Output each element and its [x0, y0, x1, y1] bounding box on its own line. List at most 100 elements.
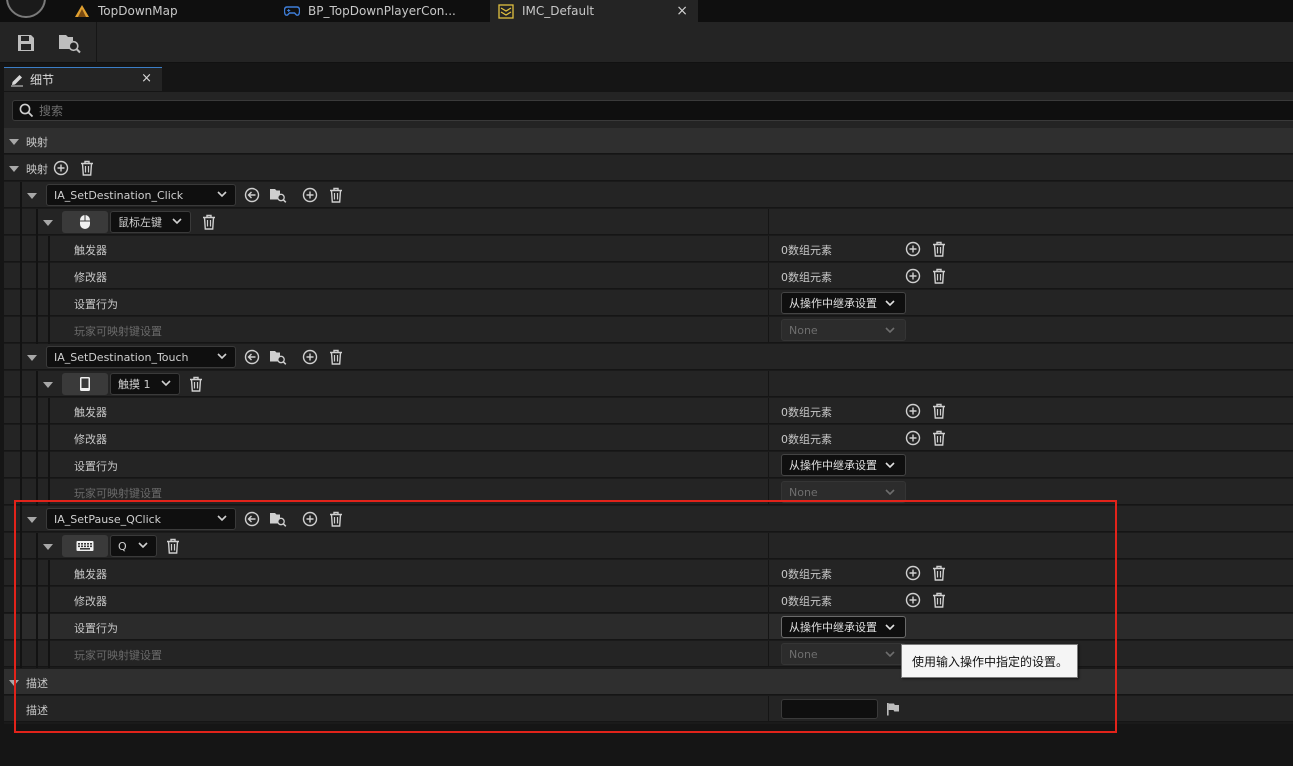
close-details-icon[interactable]: ×: [141, 71, 152, 86]
add-trigger-button[interactable]: [904, 564, 922, 582]
localization-button[interactable]: [884, 700, 902, 718]
add-modifier-button[interactable]: [904, 429, 922, 447]
tab-details[interactable]: 细节 ×: [4, 67, 162, 91]
add-key-button[interactable]: [301, 348, 319, 366]
column-splitter[interactable]: [768, 560, 769, 586]
setting-behavior-dropdown[interactable]: 从操作中继承设置: [781, 616, 906, 638]
trash-icon: [933, 565, 945, 581]
tab-bp-topdownplayercontroller[interactable]: BP_TopDownPlayerCon...: [276, 0, 488, 22]
tab-label: IMC_Default: [522, 4, 595, 18]
search-input[interactable]: [39, 103, 639, 119]
delete-key-button[interactable]: [164, 537, 182, 555]
trash-icon: [933, 268, 945, 284]
collapse-arrow-icon[interactable]: [27, 517, 37, 523]
column-splitter[interactable]: [768, 452, 769, 478]
browse-asset-button[interactable]: [269, 510, 287, 528]
dropdown-value: None: [789, 323, 818, 337]
column-splitter[interactable]: [768, 425, 769, 451]
input-action-selector[interactable]: IA_SetDestination_Touch: [46, 346, 236, 368]
add-modifier-button[interactable]: [904, 267, 922, 285]
clear-triggers-button[interactable]: [930, 240, 948, 258]
clear-modifiers-button[interactable]: [930, 429, 948, 447]
clear-triggers-button[interactable]: [930, 564, 948, 582]
clear-modifiers-button[interactable]: [930, 591, 948, 609]
browse-asset-button[interactable]: [269, 186, 287, 204]
column-splitter[interactable]: [768, 614, 769, 640]
add-trigger-button[interactable]: [904, 240, 922, 258]
column-splitter[interactable]: [768, 236, 769, 262]
collapse-arrow-icon[interactable]: [27, 193, 37, 199]
column-splitter[interactable]: [768, 371, 769, 397]
key-selector[interactable]: 鼠标左键: [110, 211, 191, 233]
save-button[interactable]: [14, 31, 38, 55]
input-action-selector[interactable]: IA_SetPause_QClick: [46, 508, 236, 530]
mappings-array-row: 映射: [4, 155, 1293, 181]
delete-key-button[interactable]: [200, 213, 218, 231]
trash-icon: [81, 160, 93, 176]
column-splitter[interactable]: [768, 696, 769, 722]
key-selector[interactable]: 触摸 1: [110, 373, 180, 395]
search-box[interactable]: [12, 100, 1293, 121]
add-key-button[interactable]: [301, 186, 319, 204]
unreal-logo-icon[interactable]: [6, 0, 46, 18]
description-input[interactable]: [781, 699, 878, 719]
indent-bar: [20, 452, 22, 479]
collapse-arrow-icon[interactable]: [43, 382, 53, 388]
collapse-arrow-icon[interactable]: [27, 355, 37, 361]
column-splitter[interactable]: [768, 317, 769, 343]
add-element-button[interactable]: [52, 159, 70, 177]
add-trigger-button[interactable]: [904, 402, 922, 420]
use-selected-asset-button[interactable]: [243, 510, 261, 528]
delete-action-button[interactable]: [327, 186, 345, 204]
add-key-button[interactable]: [301, 510, 319, 528]
trash-icon: [933, 592, 945, 608]
column-splitter[interactable]: [768, 263, 769, 289]
indent-bar: [20, 290, 22, 317]
key-picker-button[interactable]: [62, 211, 108, 233]
collapse-arrow-icon[interactable]: [43, 220, 53, 226]
arrow-left-circle-icon: [244, 187, 260, 203]
chevron-down-icon: [885, 327, 895, 334]
input-action-selector[interactable]: IA_SetDestination_Click: [46, 184, 236, 206]
column-splitter[interactable]: [768, 533, 769, 559]
collapse-arrow-icon[interactable]: [43, 544, 53, 550]
delete-action-button[interactable]: [327, 348, 345, 366]
close-tab-icon[interactable]: ×: [676, 3, 688, 19]
collapse-arrow-icon[interactable]: [9, 680, 19, 686]
dropdown-value: None: [789, 647, 818, 661]
delete-key-button[interactable]: [187, 375, 205, 393]
indent-bar: [20, 560, 22, 587]
player-mappable-label: 玩家可映射键设置: [74, 487, 162, 500]
setting-behavior-dropdown[interactable]: 从操作中继承设置: [781, 292, 906, 314]
modifiers-row: 修改器 0数组元素: [4, 425, 1293, 452]
column-splitter[interactable]: [768, 290, 769, 316]
column-splitter[interactable]: [768, 641, 769, 667]
add-modifier-button[interactable]: [904, 591, 922, 609]
browse-to-asset-button[interactable]: [58, 31, 82, 55]
collapse-arrow-icon[interactable]: [9, 139, 19, 145]
tab-topdownmap[interactable]: TopDownMap: [64, 0, 274, 22]
use-selected-asset-button[interactable]: [243, 186, 261, 204]
category-mappings[interactable]: 映射: [4, 128, 1293, 154]
indent-bar: [48, 614, 50, 641]
column-splitter[interactable]: [768, 479, 769, 505]
clear-triggers-button[interactable]: [930, 402, 948, 420]
setting-behavior-dropdown[interactable]: 从操作中继承设置: [781, 454, 906, 476]
modifiers-label: 修改器: [74, 433, 107, 446]
delete-action-button[interactable]: [327, 510, 345, 528]
delete-all-button[interactable]: [78, 159, 96, 177]
tab-imc-default[interactable]: IMC_Default ×: [490, 0, 698, 22]
arrow-left-circle-icon: [244, 511, 260, 527]
category-description[interactable]: 描述: [4, 669, 1293, 695]
clear-modifiers-button[interactable]: [930, 267, 948, 285]
collapse-arrow-icon[interactable]: [9, 166, 19, 172]
use-selected-asset-button[interactable]: [243, 348, 261, 366]
column-splitter[interactable]: [768, 398, 769, 424]
browse-asset-button[interactable]: [269, 348, 287, 366]
column-splitter[interactable]: [768, 587, 769, 613]
column-splitter[interactable]: [768, 209, 769, 235]
key-picker-button[interactable]: [62, 373, 108, 395]
key-selector[interactable]: Q: [110, 535, 157, 557]
key-picker-button[interactable]: [62, 535, 108, 557]
indent-bar: [48, 479, 50, 506]
